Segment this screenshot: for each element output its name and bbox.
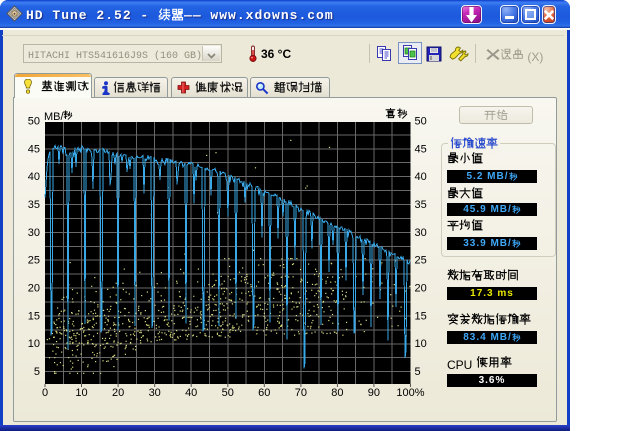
svg-text:50: 50	[28, 115, 40, 127]
svg-text:0: 0	[42, 387, 48, 399]
svg-text:15: 15	[28, 310, 40, 322]
svg-text:10: 10	[75, 387, 87, 399]
svg-text:35: 35	[28, 199, 40, 211]
svg-text:15: 15	[415, 310, 427, 322]
svg-text:40: 40	[185, 387, 197, 399]
svg-text:5: 5	[34, 366, 40, 378]
svg-text:30: 30	[28, 227, 40, 239]
svg-text:50: 50	[415, 115, 427, 127]
svg-text:20: 20	[28, 283, 40, 295]
svg-text:45: 45	[28, 143, 40, 155]
svg-text:35: 35	[415, 199, 427, 211]
svg-text:40: 40	[28, 171, 40, 183]
svg-text:25: 25	[28, 255, 40, 267]
svg-text:20: 20	[415, 283, 427, 295]
svg-text:25: 25	[415, 255, 427, 267]
svg-text:30: 30	[149, 387, 161, 399]
svg-text:45: 45	[415, 143, 427, 155]
svg-text:60: 60	[258, 387, 270, 399]
svg-text:10: 10	[415, 338, 427, 350]
svg-text:10: 10	[28, 338, 40, 350]
svg-text:MB/: MB/	[44, 111, 65, 123]
svg-text:50: 50	[222, 387, 234, 399]
svg-text:100%: 100%	[396, 387, 424, 399]
svg-text:20: 20	[112, 387, 124, 399]
svg-text:80: 80	[331, 387, 343, 399]
svg-text:5: 5	[415, 366, 421, 378]
svg-text:90: 90	[368, 387, 380, 399]
svg-text:70: 70	[295, 387, 307, 399]
svg-text:40: 40	[415, 171, 427, 183]
svg-text:30: 30	[415, 227, 427, 239]
